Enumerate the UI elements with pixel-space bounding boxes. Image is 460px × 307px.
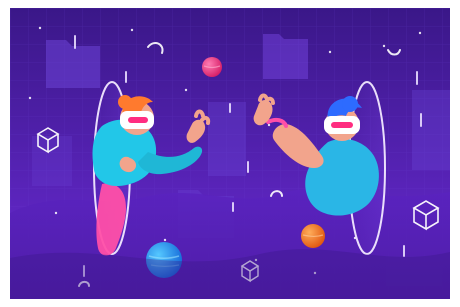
folder-icon: [46, 40, 100, 88]
folder-icon: [263, 34, 308, 79]
illustration-frame: [0, 0, 460, 307]
planet-icon: [202, 57, 222, 77]
metaverse-scene: [10, 8, 450, 299]
scene-svg: [10, 8, 450, 299]
planet-icon: [301, 224, 325, 248]
panel: [208, 102, 246, 176]
panel: [412, 90, 450, 170]
